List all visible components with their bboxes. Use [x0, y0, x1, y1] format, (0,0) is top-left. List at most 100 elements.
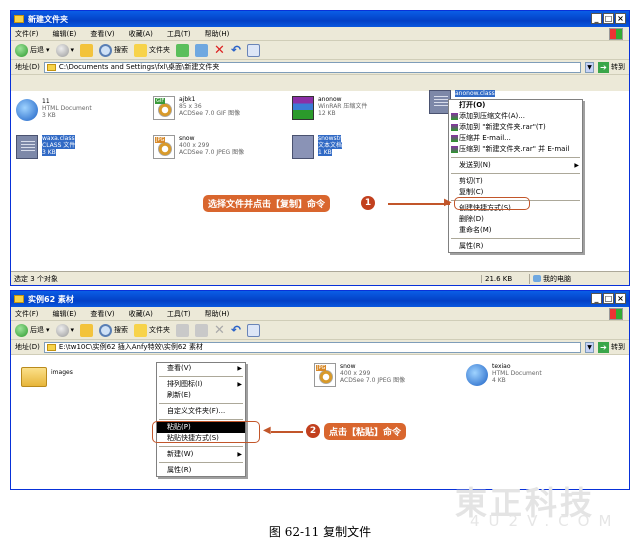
menu-file[interactable]: 文件(F) [15, 29, 39, 39]
forward-button[interactable]: ▾ [55, 43, 74, 57]
back-button[interactable]: 后退 ▾ [15, 43, 50, 57]
file-item-ajbk1[interactable]: GIF ajbk1 85 x 36 ACDSee 7.0 GIF 图像 [153, 96, 240, 120]
menu-item-view[interactable]: 查看(V) ▶ [157, 363, 245, 374]
maximize-button[interactable]: □ [603, 293, 614, 304]
menu-favorites[interactable]: 收藏(A) [129, 309, 153, 319]
address-input[interactable]: E:\tw10C\实例62 插入Anfy特效\实例62 素材 [43, 341, 581, 353]
jpeg-image-icon: JPG [314, 363, 336, 387]
copy-to-icon[interactable] [195, 323, 209, 337]
back-arrow-icon [15, 43, 28, 57]
submenu-arrow-icon: ▶ [574, 162, 579, 169]
menu-item-add-to-rar[interactable]: 添加到 "新建文件夹.rar"(T) [449, 122, 582, 133]
folders-button[interactable]: 文件夹 [134, 43, 170, 57]
step-number-2: 2 [306, 424, 320, 438]
up-folder-icon[interactable] [80, 323, 94, 337]
address-value: C:\Documents and Settings\fxl\桌面\新建文件夹 [58, 63, 220, 71]
menu-edit[interactable]: 编辑(E) [53, 309, 77, 319]
menu-favorites[interactable]: 收藏(A) [129, 29, 153, 39]
move-to-icon[interactable] [176, 43, 190, 57]
toolbar: 后退 ▾ ▾ 搜索 文件夹 ✕ ↶ [11, 321, 629, 340]
file-item-11[interactable]: 11 HTML Document 3 KB [16, 98, 92, 121]
views-icon[interactable] [247, 43, 260, 57]
delete-icon[interactable]: ✕ [214, 323, 225, 338]
minimize-button[interactable]: _ [591, 13, 602, 24]
search-button[interactable]: 搜索 [99, 43, 128, 57]
menu-item-delete[interactable]: 删除(D) [449, 214, 582, 225]
copy-to-icon[interactable] [195, 43, 209, 57]
html-document-icon [466, 364, 488, 386]
address-label: 地址(D) [15, 63, 40, 71]
menu-separator [159, 376, 243, 377]
minimize-button[interactable]: _ [591, 293, 602, 304]
menu-item-compress-rar-email[interactable]: 压缩到 "新建文件夹.rar" 并 E-mail [449, 144, 582, 155]
file-list: 11 HTML Document 3 KB GIF ajbk1 85 x 36 ACDS… [11, 90, 629, 271]
explorer-window-example-62: 实例62 素材 _ □ × 文件(F) 编辑(E) 查看(V) 收藏(A) 工具… [10, 290, 630, 490]
figure-caption: 图 62-11 复制文件 [268, 525, 372, 539]
menu-item-properties[interactable]: 属性(R) [449, 241, 582, 252]
close-button[interactable]: × [615, 13, 626, 24]
file-item-snow[interactable]: JPG snow 400 x 299 ACDSee 7.0 JPEG 图像 [153, 135, 244, 159]
menu-item-new[interactable]: 新建(W) ▶ [157, 449, 245, 460]
delete-icon[interactable]: ✕ [214, 43, 225, 58]
highlight-ring-paste [152, 421, 260, 443]
forward-button[interactable]: ▾ [55, 323, 74, 337]
folders-button[interactable]: 文件夹 [134, 323, 170, 337]
menu-item-customize-folder[interactable]: 自定义文件夹(F)... [157, 406, 245, 417]
file-item-waxa-class[interactable]: waxa.class CLASS 文件 3 KB [16, 135, 76, 159]
menu-help[interactable]: 帮助(H) [205, 29, 230, 39]
status-size: 21.6 KB [481, 274, 529, 283]
address-input[interactable]: C:\Documents and Settings\fxl\桌面\新建文件夹 [43, 61, 581, 73]
explorer-window-new-folder: 新建文件夹 _ □ × 文件(F) 编辑(E) 查看(V) 收藏(A) 工具(T… [10, 10, 630, 286]
menu-item-properties[interactable]: 属性(R) [157, 465, 245, 476]
menu-item-arrange-icons[interactable]: 排列图标(I) ▶ [157, 379, 245, 390]
back-button[interactable]: 后退 ▾ [15, 323, 50, 337]
highlight-ring-copy [454, 197, 530, 210]
file-item-texiao[interactable]: texiao HTML Document 4 KB [466, 363, 542, 386]
title-bar[interactable]: 新建文件夹 _ □ × [11, 11, 629, 27]
menu-help[interactable]: 帮助(H) [205, 309, 230, 319]
menu-item-send-to[interactable]: 发送到(N) ▶ [449, 160, 582, 171]
context-menu: 查看(V) ▶ 排列图标(I) ▶ 刷新(E) 自定义文件夹(F)... 粘贴(P)… [156, 362, 246, 477]
menu-item-refresh[interactable]: 刷新(E) [157, 390, 245, 401]
address-dropdown-icon[interactable]: ▼ [585, 341, 594, 353]
title-bar[interactable]: 实例62 素材 _ □ × [11, 291, 629, 307]
folder-icon [14, 295, 24, 303]
menu-separator [159, 403, 243, 404]
menu-item-add-to-archive[interactable]: 添加到压缩文件(A)... [449, 111, 582, 122]
search-button[interactable]: 搜索 [99, 323, 128, 337]
move-to-icon[interactable] [176, 323, 190, 337]
file-item-anonow-rar[interactable]: anonow WinRAR 压缩文件 12 KB [292, 96, 367, 120]
go-button[interactable]: ➔ 转到 [598, 61, 625, 73]
close-button[interactable]: × [615, 293, 626, 304]
folder-item-images[interactable]: images [21, 363, 73, 387]
instruction-callout-1: 选择文件并点击【复制】命令 [203, 195, 331, 212]
text-document-icon [292, 135, 314, 159]
go-arrow-icon: ➔ [598, 61, 609, 73]
menu-separator [159, 446, 243, 447]
menu-tools[interactable]: 工具(T) [167, 29, 191, 39]
folders-icon [134, 43, 148, 57]
menu-file[interactable]: 文件(F) [15, 309, 39, 319]
views-icon[interactable] [247, 323, 260, 337]
file-item-snow[interactable]: JPG snow 400 x 299 ACDSee 7.0 JPEG 图像 [314, 363, 405, 387]
menu-edit[interactable]: 编辑(E) [53, 29, 77, 39]
menu-item-rename[interactable]: 重命名(M) [449, 225, 582, 236]
gif-image-icon: GIF [153, 96, 175, 120]
menu-separator [159, 462, 243, 463]
menu-view[interactable]: 查看(V) [90, 309, 114, 319]
undo-icon[interactable]: ↶ [231, 323, 241, 337]
menu-item-compress-email[interactable]: 压缩并 E-mail... [449, 133, 582, 144]
menu-item-open[interactable]: 打开(O) [449, 100, 582, 111]
menu-item-cut[interactable]: 剪切(T) [449, 176, 582, 187]
go-button[interactable]: ➔ 转到 [598, 341, 625, 353]
file-item-snowstr[interactable]: snowstr 文本文档 1 KB [292, 135, 343, 159]
up-folder-icon[interactable] [80, 43, 94, 57]
address-dropdown-icon[interactable]: ▼ [585, 61, 594, 73]
address-value: E:\tw10C\实例62 插入Anfy特效\实例62 素材 [58, 343, 203, 351]
maximize-button[interactable]: □ [603, 13, 614, 24]
undo-icon[interactable]: ↶ [231, 43, 241, 57]
menu-view[interactable]: 查看(V) [90, 29, 114, 39]
menu-tools[interactable]: 工具(T) [167, 309, 191, 319]
folder-icon [14, 15, 24, 23]
forward-arrow-icon [55, 323, 69, 337]
